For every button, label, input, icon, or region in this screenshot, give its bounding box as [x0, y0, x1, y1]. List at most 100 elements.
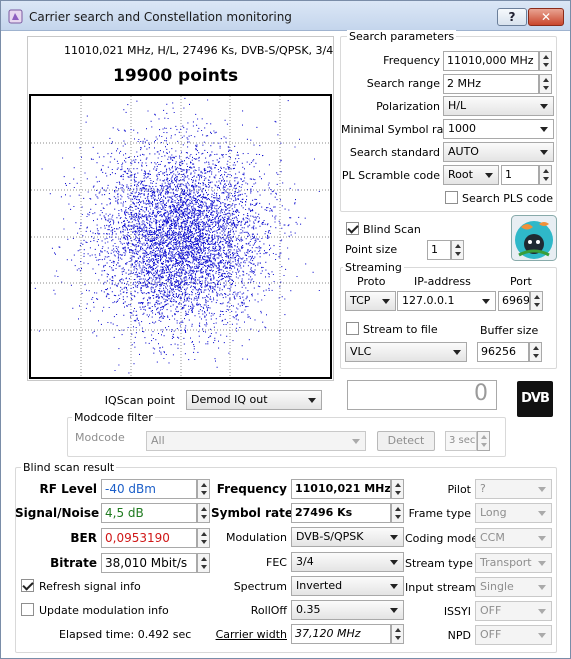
- search-pls-checkbox[interactable]: [445, 191, 458, 204]
- bitrate-label: Bitrate: [50, 556, 97, 570]
- min-symbol-rate-select[interactable]: 1000: [443, 119, 554, 139]
- carrier-width-value: 37,120 MHz: [291, 624, 391, 644]
- issyi-label: ISSYI: [443, 605, 471, 618]
- spectrum-select[interactable]: Inverted: [291, 576, 404, 596]
- fec-select[interactable]: 3/4: [291, 552, 404, 572]
- ber-value: 0,0953190: [101, 528, 197, 548]
- pl-scramble-spinner[interactable]: [539, 165, 552, 185]
- coding-mode-select[interactable]: CCM: [475, 528, 552, 548]
- fec-label: FEC: [266, 556, 287, 569]
- result-frequency-value: 11010,021 MHz: [291, 479, 391, 499]
- plot-header: 11010,021 MHz, H/L, 27496 Ks, DVB-S/QPSK…: [64, 44, 334, 57]
- pilot-select[interactable]: ?: [475, 479, 552, 499]
- close-button[interactable]: ✕: [528, 8, 564, 26]
- symbol-rate-value: 27496 Ks: [291, 503, 391, 523]
- symbol-rate-label: Symbol rate: [211, 506, 293, 520]
- frame-type-select[interactable]: Long: [475, 503, 552, 523]
- detect-interval-input[interactable]: 3 sec: [445, 431, 477, 451]
- symbol-rate-spinner[interactable]: [391, 503, 404, 523]
- min-symbol-rate-label: Minimal Symbol rate: [341, 123, 455, 136]
- npd-select[interactable]: OFF: [475, 625, 552, 645]
- bitrate-value: 38,010 Mbit/s: [101, 553, 197, 573]
- rolloff-label: RollOff: [250, 604, 287, 617]
- search-standard-label: Search standard: [349, 146, 440, 159]
- carrier-width-label[interactable]: Carrier width: [211, 628, 287, 641]
- modcode-select[interactable]: All: [146, 431, 366, 451]
- constellation-plot[interactable]: [29, 94, 332, 379]
- search-range-spinner[interactable]: [539, 74, 552, 94]
- ber-label: BER: [70, 531, 97, 545]
- detect-button[interactable]: Detect: [377, 431, 435, 451]
- search-range-label: Search range: [366, 77, 440, 90]
- bitrate-spinner[interactable]: [197, 553, 210, 573]
- blind-scan-label: Blind Scan: [363, 223, 421, 236]
- rolloff-select[interactable]: 0.35: [291, 600, 404, 620]
- detect-interval-spinner[interactable]: [477, 431, 490, 451]
- rf-level-label: RF Level: [39, 482, 97, 496]
- refresh-signal-label: Refresh signal info: [39, 580, 141, 593]
- signal-noise-label: Signal/Noise: [15, 506, 100, 520]
- buffer-size-label: Buffer size: [480, 324, 539, 337]
- rf-level-spinner[interactable]: [197, 479, 210, 499]
- pl-scramble-label: PL Scramble code: [341, 169, 440, 182]
- modulation-select[interactable]: DVB-S/QPSK: [291, 527, 404, 547]
- main-window: Carrier search and Constellation monitor…: [0, 0, 571, 659]
- modulation-label: Modulation: [225, 531, 287, 544]
- modcode-label: Modcode: [75, 431, 125, 444]
- pilot-label: Pilot: [447, 483, 471, 496]
- carrier-width-spinner[interactable]: [391, 624, 404, 644]
- help-button[interactable]: ?: [497, 8, 527, 26]
- blind-scan-checkbox[interactable]: [346, 222, 359, 235]
- polarization-label: Polarization: [376, 100, 440, 113]
- signal-noise-value: 4,5 dB: [101, 503, 197, 523]
- points-count: 19900 points: [113, 66, 239, 86]
- port-input[interactable]: 6969: [498, 291, 530, 311]
- spectrum-label: Spectrum: [233, 580, 287, 593]
- update-modulation-label: Update modulation info: [39, 604, 169, 617]
- point-size-spinner[interactable]: [451, 240, 464, 260]
- issyi-select[interactable]: OFF: [475, 601, 552, 621]
- pl-scramble-code-input[interactable]: 1: [501, 165, 539, 185]
- iq-display: 0: [347, 380, 497, 410]
- input-stream-label: Input stream: [405, 581, 476, 594]
- streaming-title: Streaming: [343, 261, 404, 274]
- stream-to-file-checkbox[interactable]: [346, 322, 359, 335]
- window-title: Carrier search and Constellation monitor…: [29, 10, 292, 24]
- port-label: Port: [510, 275, 532, 288]
- polarization-select[interactable]: H/L: [443, 96, 554, 116]
- search-standard-select[interactable]: AUTO: [443, 142, 554, 162]
- ber-spinner[interactable]: [197, 528, 210, 548]
- refresh-signal-checkbox[interactable]: [21, 579, 34, 592]
- search-pls-label: Search PLS code: [462, 192, 554, 205]
- iqscan-label: IQScan point: [104, 394, 175, 407]
- ip-address-label: IP-address: [414, 275, 471, 288]
- frequency-spinner[interactable]: [539, 51, 552, 71]
- elapsed-time: Elapsed time: 0.492 sec: [59, 628, 192, 641]
- update-modulation-checkbox[interactable]: [21, 603, 34, 616]
- search-range-input[interactable]: 2 MHz: [443, 74, 539, 94]
- title-bar: Carrier search and Constellation monitor…: [1, 1, 570, 31]
- pl-scramble-mode-select[interactable]: Root: [443, 165, 499, 185]
- frequency-input[interactable]: 11010,000 MHz: [443, 51, 539, 71]
- iqscan-select[interactable]: Demod IQ out: [186, 390, 322, 410]
- constellation-points: [34, 97, 320, 374]
- input-stream-select[interactable]: Single: [475, 577, 552, 597]
- buffer-size-input[interactable]: 96256: [477, 342, 529, 362]
- result-frequency-label: Frequency: [216, 482, 287, 496]
- port-spinner[interactable]: [530, 291, 543, 311]
- stream-type-select[interactable]: Transport: [475, 553, 552, 573]
- npd-label: NPD: [447, 629, 471, 642]
- frequency-label: Frequency: [383, 54, 440, 67]
- point-size-input[interactable]: 1: [427, 240, 451, 260]
- player-select[interactable]: VLC: [345, 342, 467, 362]
- proto-select[interactable]: TCP: [345, 291, 396, 311]
- buffer-size-spinner[interactable]: [529, 342, 542, 362]
- ip-address-select[interactable]: 127.0.0.1: [397, 291, 496, 311]
- dvb-logo: DVB: [517, 381, 553, 417]
- app-icon: [8, 9, 23, 24]
- point-size-label: Point size: [345, 243, 398, 256]
- rf-level-value: -40 dBm: [101, 479, 197, 499]
- signal-noise-spinner[interactable]: [197, 503, 210, 523]
- modcode-filter-title: Modcode filter: [72, 411, 155, 424]
- result-frequency-spinner[interactable]: [391, 479, 404, 499]
